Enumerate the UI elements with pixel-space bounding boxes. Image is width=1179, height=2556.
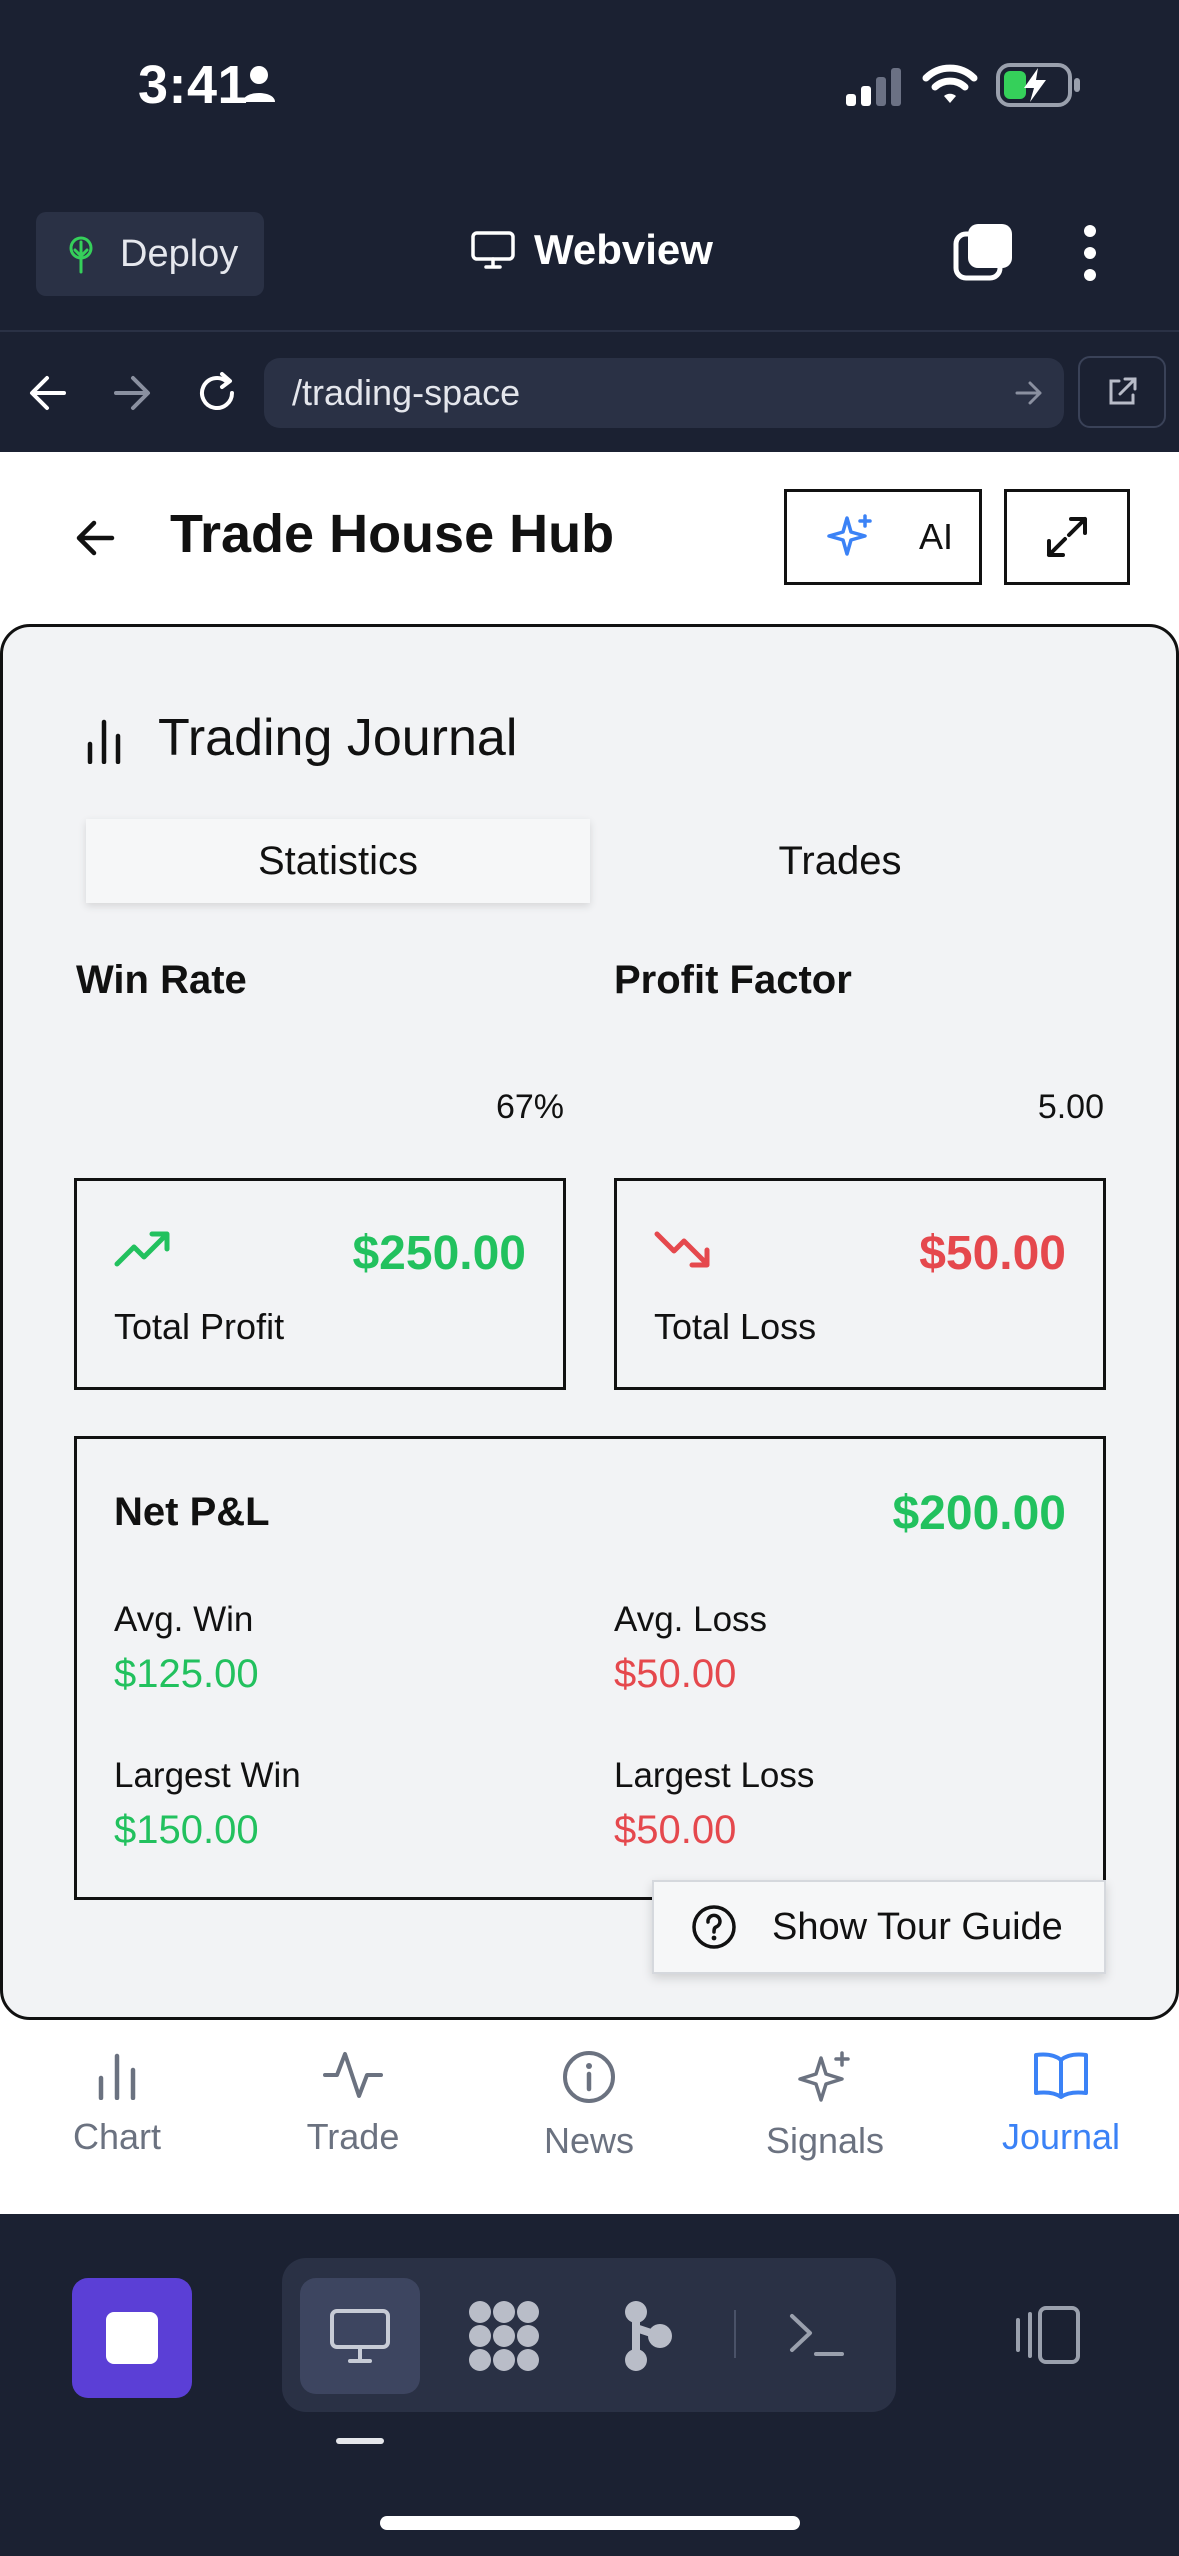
ai-label: AI [919,516,954,557]
home-indicator [380,2516,800,2530]
nav-item-trade[interactable]: Trade [253,2050,453,2158]
cellular-signal-icon [846,66,904,106]
bar-chart-icon [84,718,124,764]
nav-item-signals[interactable]: Signals [725,2050,925,2162]
profit-factor-label: Profit Factor [614,958,852,1002]
help-circle-icon [690,1903,738,1951]
go-arrow-icon[interactable] [1014,378,1044,408]
battery-charging-icon [996,62,1082,108]
total-loss-label: Total Loss [654,1306,817,1347]
net-pnl-amount: $200.00 [892,1487,1066,1540]
monitor-icon [328,2307,392,2365]
maximize-icon [1045,515,1089,559]
url-text: /trading-space [292,372,521,413]
dock-active-indicator [336,2438,384,2444]
nav-item-chart[interactable]: Chart [17,2050,217,2158]
sparkles-icon [797,2050,853,2104]
webview-title: Webview [470,226,713,274]
info-icon [562,2050,616,2104]
open-external-button[interactable] [1078,356,1166,428]
largest-loss-value: $50.00 [614,1808,737,1852]
dock-terminal-button[interactable] [786,2306,846,2362]
deploy-label: Deploy [120,232,239,275]
more-vertical-icon[interactable] [1078,224,1102,282]
win-rate-value: 67% [495,1088,564,1126]
total-profit-amount: $250.00 [352,1227,526,1280]
total-profit-label: Total Profit [114,1306,285,1347]
person-icon [242,64,276,104]
monitor-icon [470,230,516,270]
sparkles-icon [825,512,875,562]
fullscreen-button[interactable] [1004,489,1130,585]
avg-win-value: $125.00 [114,1652,259,1696]
total-profit-card [74,1178,566,1390]
total-loss-amount: $50.00 [919,1227,1066,1280]
largest-win-value: $150.00 [114,1808,259,1852]
activity-icon [323,2050,383,2100]
avg-loss-label: Avg. Loss [614,1600,768,1639]
ai-button[interactable]: AI [784,489,982,585]
dock-panel-toggle-button[interactable] [1010,2304,1082,2366]
forward-icon[interactable] [112,374,152,412]
book-icon [1032,2050,1090,2100]
external-link-icon [1105,375,1139,409]
dock-divider [734,2310,736,2358]
panel-toggle-icon [1010,2304,1082,2366]
avg-loss-value: $50.00 [614,1652,737,1696]
status-time: 3:41 [138,55,249,115]
tab-trades[interactable]: Trades [590,819,1090,903]
back-icon[interactable] [28,374,68,412]
win-rate-label: Win Rate [76,958,247,1002]
stop-button[interactable] [72,2278,192,2398]
grid-blob-icon [466,2298,542,2374]
journal-title: Trading Journal [158,709,518,767]
dock-branch-button[interactable] [620,2298,676,2374]
terminal-icon [786,2306,846,2362]
profit-factor-value: 5.00 [1037,1088,1104,1126]
reload-icon[interactable] [194,370,240,416]
trending-up-icon [114,1230,172,1268]
tour-label: Show Tour Guide [772,1905,1063,1948]
dock-assets-button[interactable] [466,2298,542,2374]
tree-icon [64,234,98,274]
bar-chart-icon [95,2050,139,2100]
trending-down-icon [654,1230,712,1270]
tabs-switcher-icon[interactable] [952,222,1014,284]
deploy-button[interactable]: Deploy [36,212,264,296]
show-tour-guide-button[interactable]: Show Tour Guide [652,1880,1106,1974]
git-branch-icon [620,2298,676,2374]
page-title: Trade House Hub [170,504,615,564]
url-input[interactable]: /trading-space [264,358,1064,428]
stop-icon [106,2312,158,2364]
nav-item-news[interactable]: News [489,2050,689,2162]
nav-item-journal[interactable]: Journal [961,2050,1161,2158]
net-pnl-label: Net P&L [114,1490,270,1534]
wifi-icon [922,64,978,106]
tab-statistics[interactable]: Statistics [86,819,590,903]
largest-loss-label: Largest Loss [614,1756,815,1795]
largest-win-label: Largest Win [114,1756,301,1795]
avg-win-label: Avg. Win [114,1600,254,1639]
app-back-icon[interactable] [74,518,116,558]
header-divider [0,330,1179,332]
total-loss-card [614,1178,1106,1390]
dock-preview-button[interactable] [300,2278,420,2394]
